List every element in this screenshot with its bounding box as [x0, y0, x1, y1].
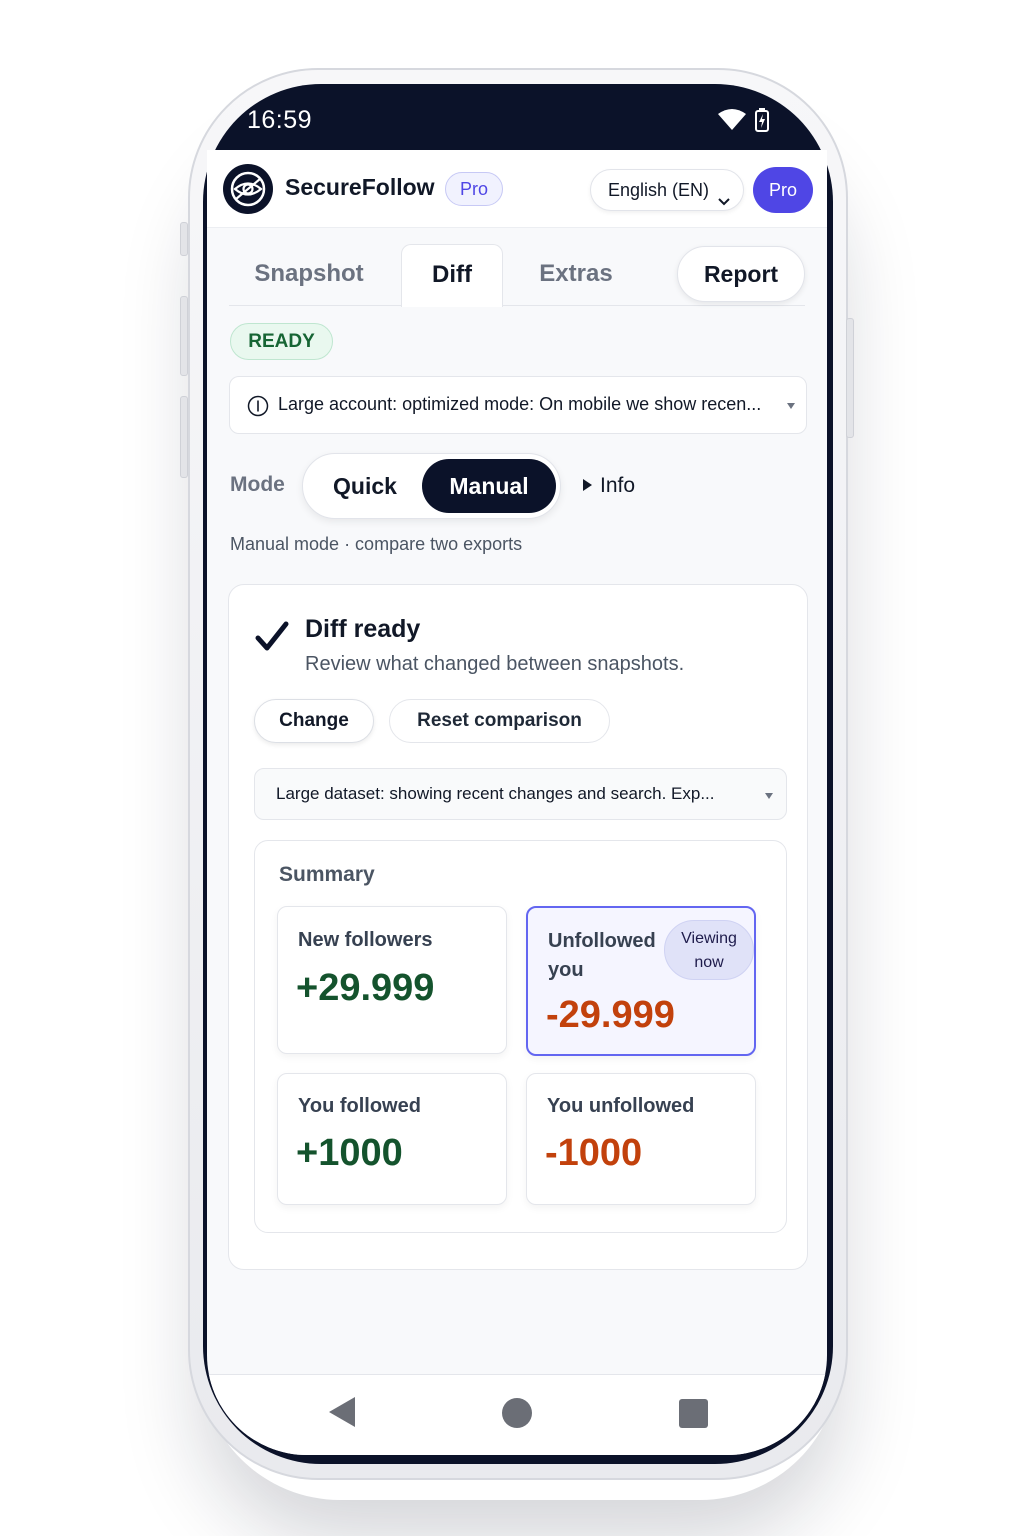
stat-label: New followers — [298, 929, 433, 951]
mode-label: Mode — [230, 473, 285, 496]
status-badge: READY — [230, 323, 333, 360]
checkmark-icon — [255, 621, 289, 656]
app-screen: SecureFollow Pro English (EN) Pro Snapsh… — [207, 150, 827, 1455]
stat-new-followers[interactable]: New followers +29.999 — [277, 906, 507, 1054]
tab-bar: Snapshot Diff Extras Report — [229, 244, 805, 307]
mode-quick-option[interactable]: Quick — [303, 454, 427, 518]
app-name: SecureFollow — [285, 174, 435, 200]
stat-value: +29.999 — [296, 967, 435, 1009]
stat-unfollowed-you[interactable]: Unfollowed you Viewing now -29.999 — [526, 906, 756, 1056]
stat-label: You followed — [298, 1095, 421, 1117]
viewing-badge-line1: Viewing — [681, 930, 737, 947]
expand-caret-icon — [787, 403, 795, 409]
stat-value: -29.999 — [546, 994, 675, 1036]
mode-manual-option[interactable]: Manual — [422, 459, 556, 513]
stat-label: Unfollowed — [548, 930, 656, 952]
volume-up-button — [180, 296, 188, 376]
language-select[interactable]: English (EN) — [590, 169, 744, 211]
stat-label-line2: you — [548, 959, 584, 981]
side-button-action — [180, 222, 188, 256]
tab-report[interactable]: Report — [677, 246, 805, 302]
tab-snapshot[interactable]: Snapshot — [229, 244, 389, 306]
status-bar: 16:59 — [207, 84, 827, 150]
language-select-value: English (EN) — [608, 180, 710, 200]
recents-icon[interactable] — [679, 1399, 708, 1428]
notice-text: Large account: optimized mode: On mobile… — [278, 394, 762, 414]
stat-value: -1000 — [545, 1132, 643, 1174]
dataset-notice-text: Large dataset: showing recent changes an… — [276, 784, 715, 803]
diff-subtitle: Review what changed between snapshots. — [305, 653, 685, 675]
stat-value: +1000 — [296, 1132, 403, 1174]
stat-label: You unfollowed — [547, 1095, 695, 1117]
reset-comparison-button[interactable]: Reset comparison — [389, 699, 610, 743]
viewing-badge-line2: now — [694, 954, 724, 971]
app-header: SecureFollow Pro English (EN) Pro — [207, 150, 827, 228]
info-toggle[interactable]: Info — [583, 474, 635, 498]
battery-icon — [755, 108, 769, 137]
info-toggle-label: Info — [600, 474, 636, 497]
power-button — [846, 318, 854, 438]
info-circle-icon — [247, 395, 269, 422]
change-button[interactable]: Change — [254, 699, 374, 743]
stat-you-unfollowed[interactable]: You unfollowed -1000 — [526, 1073, 756, 1205]
diff-card: Diff ready Review what changed between s… — [228, 584, 808, 1270]
summary-title: Summary — [279, 863, 375, 886]
status-time: 16:59 — [247, 106, 313, 134]
mode-switch: Quick Manual — [302, 453, 561, 519]
viewing-now-badge: Viewing now — [664, 920, 754, 980]
summary-panel: Summary New followers +29.999 Unfollowed… — [254, 840, 787, 1233]
system-nav-bar — [207, 1374, 827, 1455]
stat-you-followed[interactable]: You followed +1000 — [277, 1073, 507, 1205]
large-dataset-notice[interactable]: Large dataset: showing recent changes an… — [254, 768, 787, 820]
chevron-down-icon — [717, 183, 731, 223]
expand-caret-icon — [765, 793, 773, 799]
radar-eye-icon — [223, 164, 273, 214]
tab-diff[interactable]: Diff — [401, 244, 503, 307]
diff-title: Diff ready — [305, 615, 421, 643]
large-account-notice[interactable]: Large account: optimized mode: On mobile… — [229, 376, 807, 434]
wifi-icon — [717, 108, 747, 137]
back-icon[interactable] — [329, 1397, 355, 1427]
mode-description: Manual mode · compare two exports — [230, 534, 523, 554]
tab-extras[interactable]: Extras — [519, 244, 633, 306]
plan-tag: Pro — [445, 172, 504, 206]
pro-button[interactable]: Pro — [753, 167, 813, 213]
volume-down-button — [180, 396, 188, 478]
home-icon[interactable] — [502, 1398, 532, 1428]
triangle-right-icon — [583, 479, 592, 491]
